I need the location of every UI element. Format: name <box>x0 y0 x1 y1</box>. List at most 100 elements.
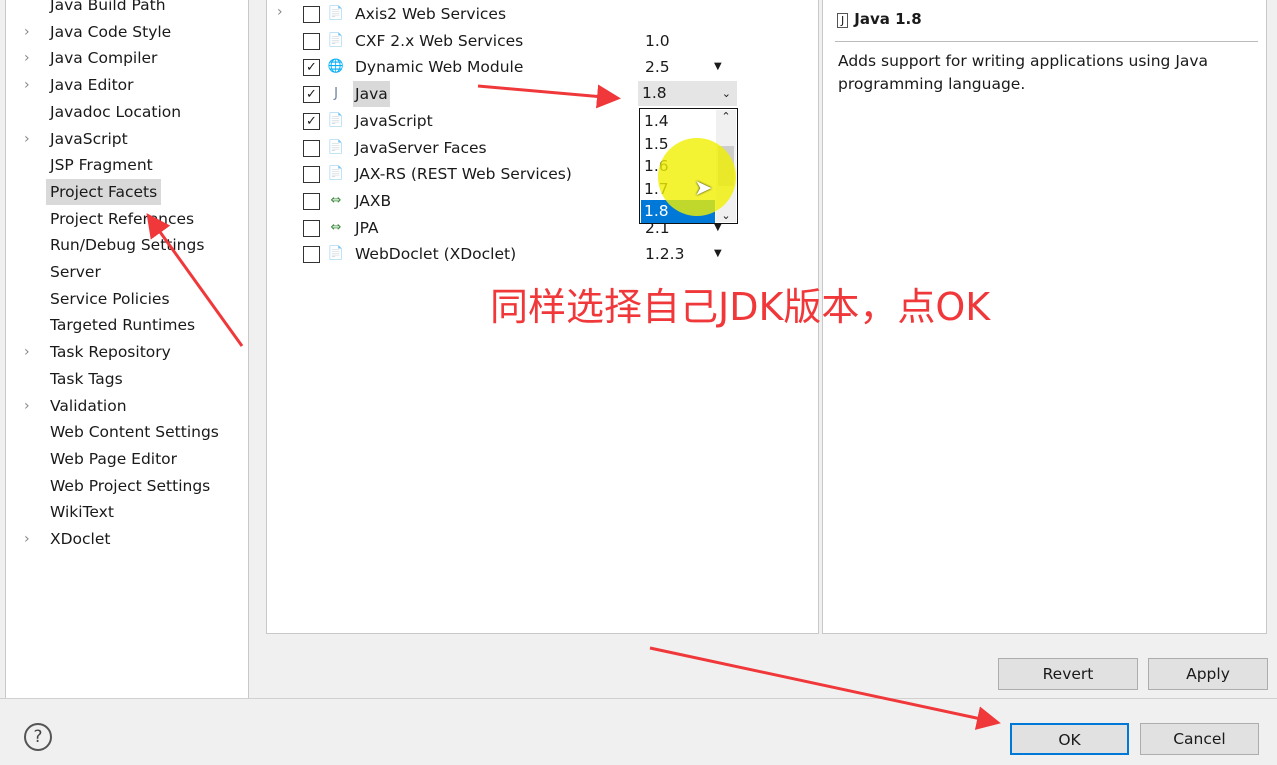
facet-checkbox[interactable] <box>303 166 320 184</box>
annotation-text: 同样选择自己JDK版本，点OK <box>490 285 991 329</box>
facet-name: Axis2 Web Services <box>355 5 507 23</box>
document-icon: 📄 <box>327 139 345 155</box>
chevron-right-icon[interactable]: › <box>277 4 283 20</box>
ok-button[interactable]: OK <box>1010 723 1129 755</box>
java-icon: J <box>837 13 849 28</box>
sidebar-item-label: Java Code Style <box>50 22 172 41</box>
sidebar-item[interactable]: › Task Repository <box>6 339 246 365</box>
chevron-right-icon[interactable]: › <box>24 19 30 45</box>
facet-checkbox[interactable] <box>303 192 320 210</box>
dropdown-arrow-icon[interactable]: ▼ <box>714 241 722 267</box>
facet-name: CXF 2.x Web Services <box>355 31 524 50</box>
sidebar-item[interactable]: Javadoc Location <box>6 99 246 125</box>
sidebar-item[interactable]: WikiText <box>6 499 246 525</box>
facet-name: Java <box>353 81 390 108</box>
sidebar-item[interactable]: › Java Editor <box>6 72 246 98</box>
sidebar-item-label: Server <box>50 263 101 281</box>
sidebar-item[interactable]: › Java Code Style <box>6 19 246 45</box>
sidebar-item[interactable]: Web Project Settings <box>6 473 246 499</box>
dropdown-arrow-icon[interactable]: ▼ <box>714 54 722 80</box>
java-version-select[interactable]: 1.8 ⌄ <box>638 81 737 106</box>
sidebar-item-label: Validation <box>50 396 127 415</box>
facet-checkbox[interactable] <box>303 6 320 23</box>
chevron-right-icon[interactable]: › <box>24 339 30 365</box>
details-description: Adds support for writing applications us… <box>838 52 1209 93</box>
sidebar-item[interactable]: › Validation <box>6 393 246 419</box>
help-icon[interactable]: ? <box>24 723 52 751</box>
document-icon: 📄 <box>327 246 345 262</box>
sidebar-item-label: Targeted Runtimes <box>50 316 196 335</box>
sidebar-item-label: Web Content Settings <box>50 423 219 442</box>
bidirectional-arrow-icon: ⇔ <box>330 192 342 208</box>
facet-checkbox[interactable] <box>303 219 320 237</box>
sidebar-item-label: JSP Fragment <box>50 156 153 175</box>
facet-version[interactable]: 1.2.3 <box>645 241 684 267</box>
facet-checkbox[interactable]: ✓ <box>303 86 320 104</box>
sidebar-item-label: Javadoc Location <box>50 102 182 121</box>
apply-button[interactable]: Apply <box>1148 658 1268 690</box>
facet-checkbox[interactable] <box>303 246 320 264</box>
chevron-down-icon[interactable]: ⌄ <box>722 81 731 106</box>
sidebar-item-label: Web Project Settings <box>50 476 211 495</box>
facet-name: JPA <box>355 218 379 237</box>
facet-name: JAX-RS (REST Web Services) <box>355 165 572 184</box>
details-title-text: Java 1.8 <box>854 10 922 28</box>
document-icon: 📄 <box>327 166 345 182</box>
preferences-sidebar: Java Build Path › Java Code Style › Java Com… <box>5 0 249 698</box>
java-version-option[interactable]: 1.4 <box>641 110 715 133</box>
facet-row[interactable]: 📄 WebDoclet (XDoclet) 1.2.3 ▼ <box>267 241 817 267</box>
sidebar-item[interactable]: Server <box>6 259 246 285</box>
facet-row[interactable]: 📄 CXF 2.x Web Services 1.0 <box>267 28 817 54</box>
chevron-up-icon[interactable]: ⌃ <box>716 110 736 123</box>
bidirectional-arrow-icon: ⇔ <box>330 219 342 235</box>
sidebar-item-label: Java Build Path <box>50 0 166 14</box>
document-icon: 📄 <box>327 6 345 21</box>
facet-checkbox[interactable] <box>303 139 320 157</box>
sidebar-item[interactable]: Service Policies <box>6 286 246 312</box>
chevron-down-icon[interactable]: ⌄ <box>716 209 736 222</box>
sidebar-item[interactable]: Run/Debug Settings <box>6 232 246 258</box>
sidebar-item[interactable]: Web Content Settings <box>6 419 246 445</box>
sidebar-item[interactable]: › JavaScript <box>6 126 246 152</box>
sidebar-item-label: Java Editor <box>50 76 134 95</box>
document-icon: 📄 <box>327 32 345 48</box>
sidebar-item-label: WikiText <box>50 503 114 522</box>
sidebar-item-label: Task Repository <box>50 343 171 362</box>
sidebar-item[interactable]: Java Build Path <box>6 0 246 18</box>
facet-row[interactable]: › 📄 Axis2 Web Services <box>267 1 817 27</box>
sidebar-item[interactable]: Web Page Editor <box>6 446 246 472</box>
java-locked-icon: J <box>334 86 338 102</box>
sidebar-item[interactable]: Targeted Runtimes <box>6 312 246 338</box>
sidebar-item[interactable]: Task Tags <box>6 366 246 392</box>
java-version-value: 1.8 <box>642 84 667 102</box>
sidebar-item-label: XDoclet <box>50 530 111 548</box>
facet-name: JavaScript <box>355 111 433 130</box>
facet-name: JAXB <box>355 191 392 210</box>
cancel-button[interactable]: Cancel <box>1140 723 1259 755</box>
sidebar-item-label: Task Tags <box>50 369 123 388</box>
sidebar-item[interactable]: › XDoclet <box>6 526 246 552</box>
facet-row[interactable]: ✓ 🌐 Dynamic Web Module 2.5 ▼ <box>267 54 817 80</box>
chevron-right-icon[interactable]: › <box>24 526 30 552</box>
chevron-right-icon[interactable]: › <box>24 126 30 152</box>
sidebar-item-label: Project Facets <box>46 178 162 205</box>
sidebar-item[interactable]: JSP Fragment <box>6 152 246 178</box>
facet-checkbox[interactable]: ✓ <box>303 59 320 77</box>
sidebar-item-label: Web Page Editor <box>50 449 178 468</box>
chevron-right-icon[interactable]: › <box>24 72 30 98</box>
web-module-locked-icon: 🌐 <box>327 59 345 75</box>
sidebar-item-label: Project References <box>50 209 195 228</box>
chevron-right-icon[interactable]: › <box>24 45 30 71</box>
sidebar-item[interactable]: Project Facets <box>6 178 246 205</box>
facet-checkbox[interactable]: ✓ <box>303 112 320 130</box>
sidebar-item[interactable]: › Java Compiler <box>6 45 246 71</box>
revert-button[interactable]: Revert <box>998 658 1138 690</box>
sidebar-item[interactable]: Project References <box>6 206 246 232</box>
facet-name: WebDoclet (XDoclet) <box>355 245 517 264</box>
chevron-right-icon[interactable]: › <box>24 393 30 419</box>
document-locked-icon: 📄 <box>327 112 345 128</box>
sidebar-item-label: Java Compiler <box>50 49 158 68</box>
facet-checkbox[interactable] <box>303 32 320 50</box>
facet-version[interactable]: 2.5 <box>645 54 670 80</box>
mouse-cursor-icon: ➤ <box>694 176 713 201</box>
